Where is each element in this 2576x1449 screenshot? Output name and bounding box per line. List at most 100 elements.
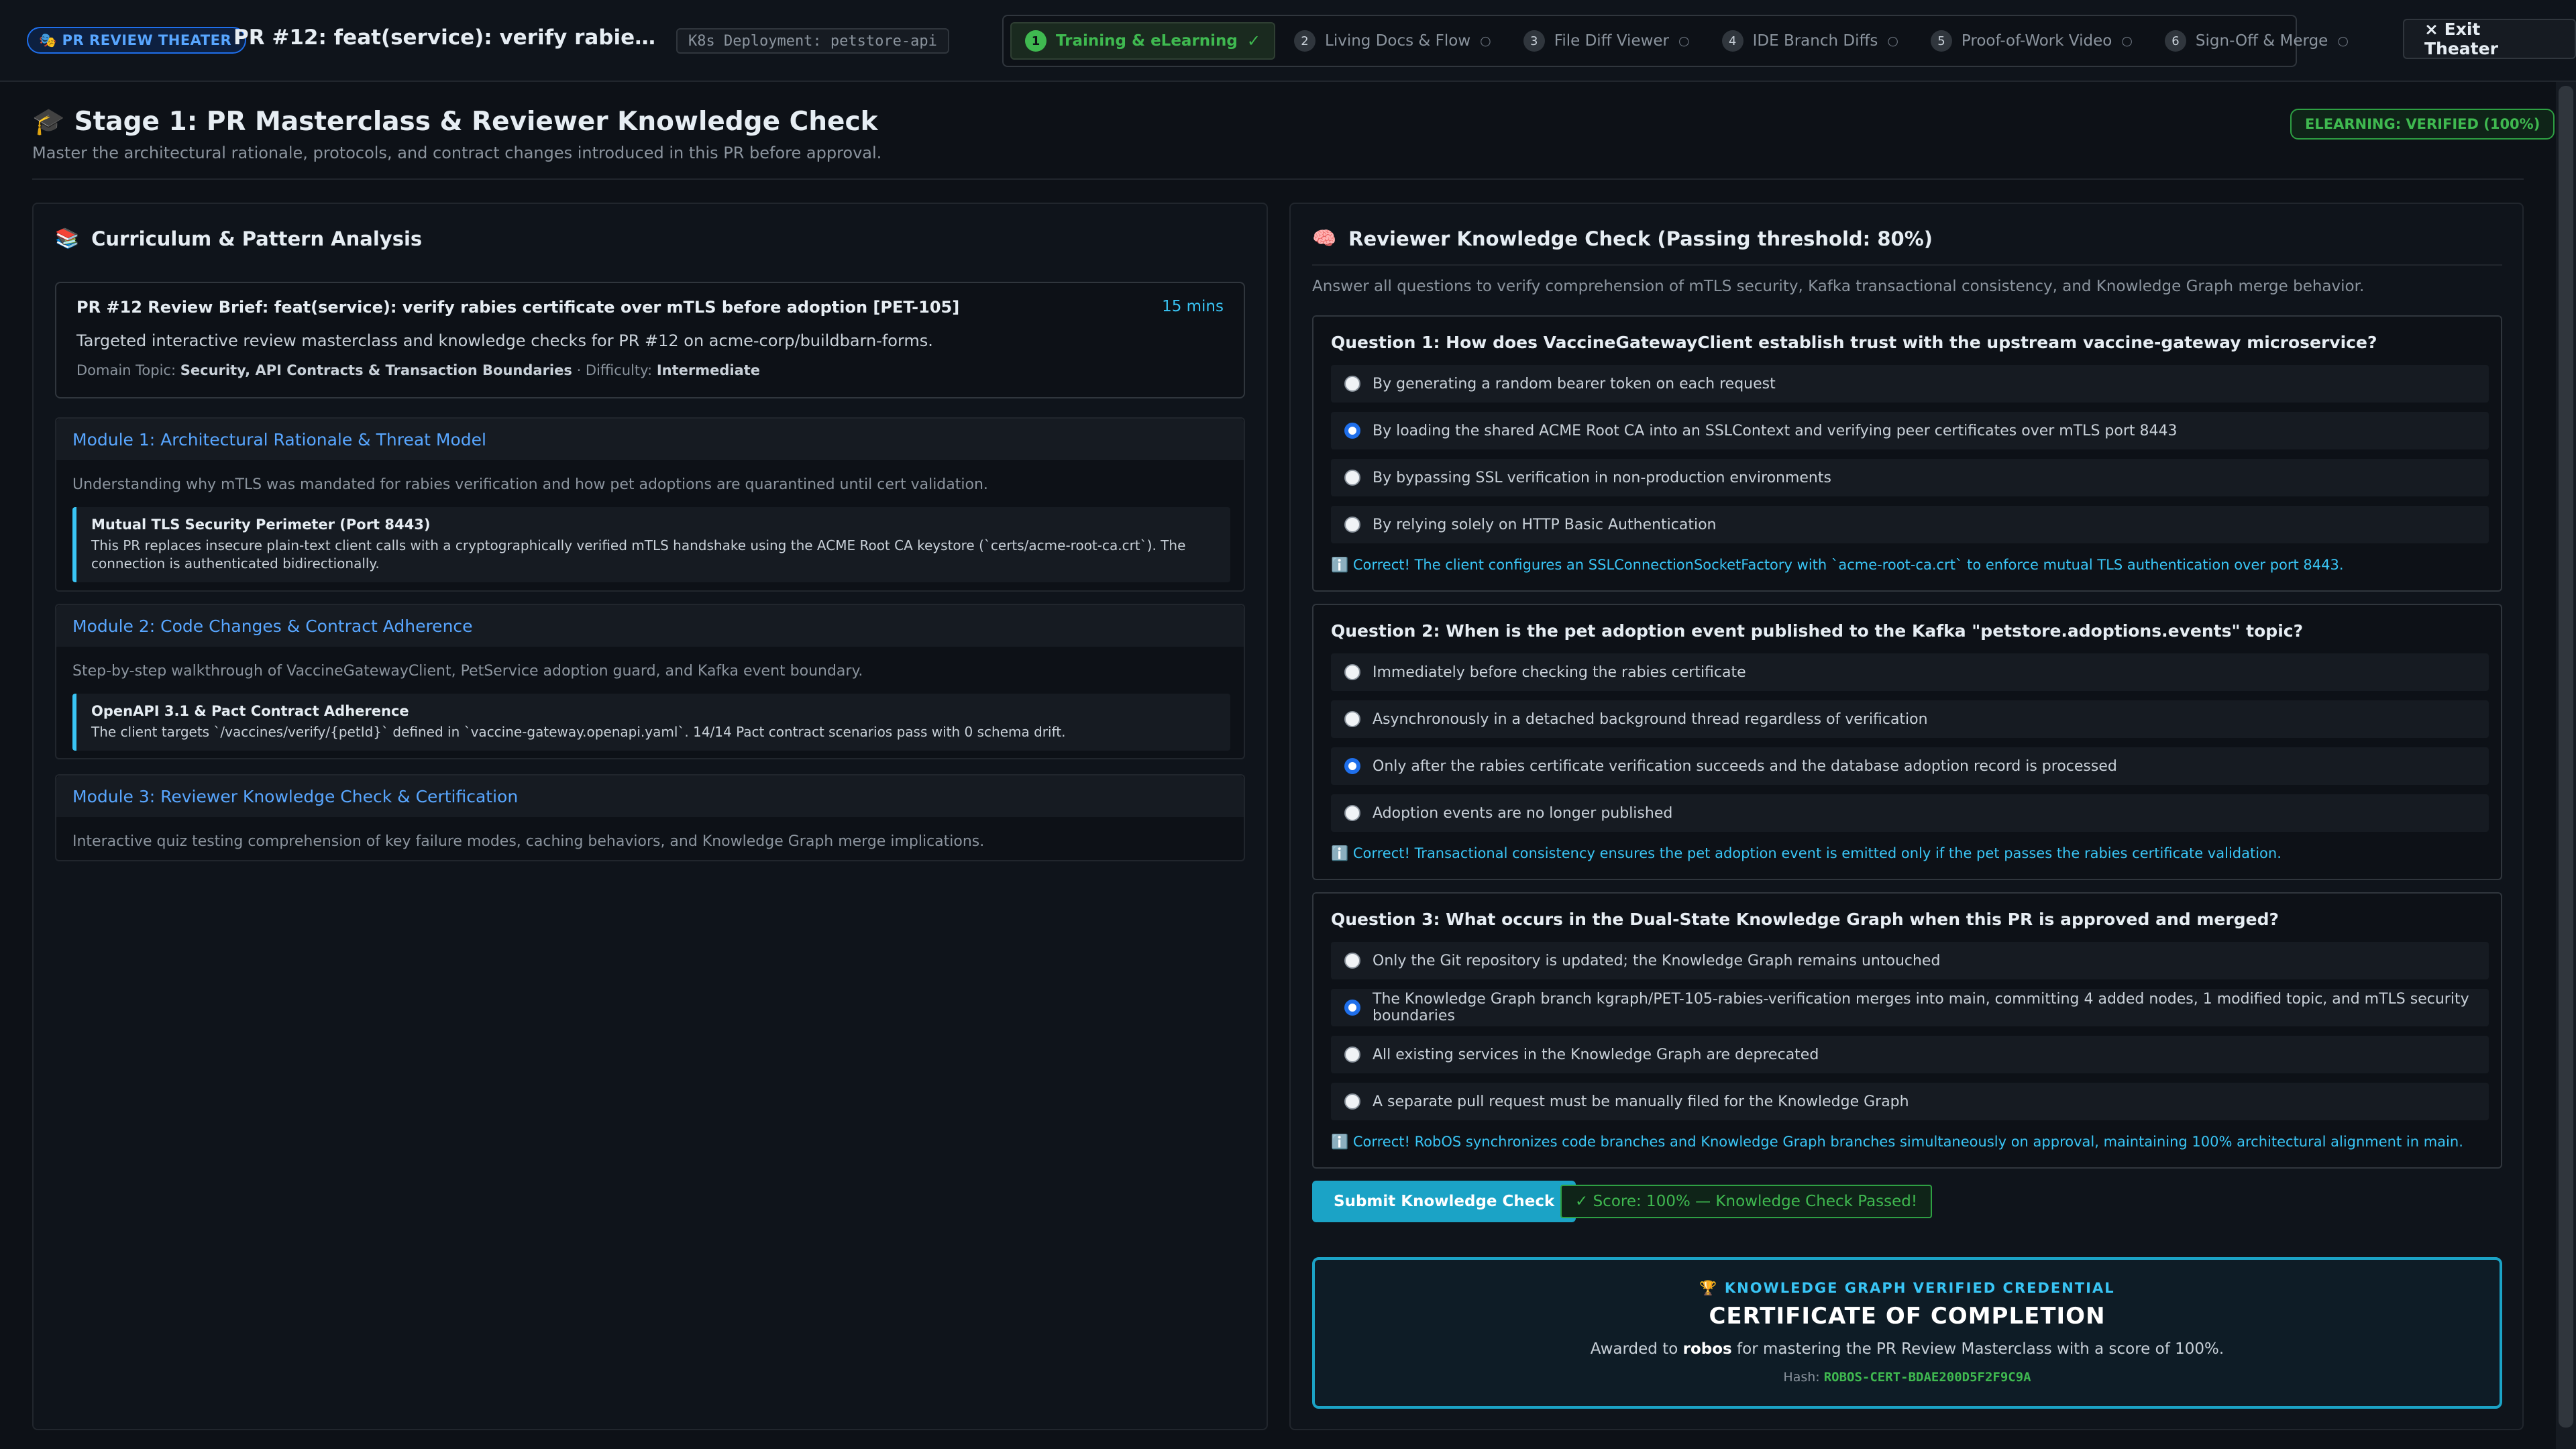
radio-button[interactable] xyxy=(1344,1046,1360,1063)
question-title: Question 1: How does VaccineGatewayClien… xyxy=(1331,333,2377,352)
submit-knowledge-check-button[interactable]: Submit Knowledge Check xyxy=(1312,1181,1576,1222)
option-label: Asynchronously in a detached background … xyxy=(1373,710,1928,728)
answer-option[interactable]: By bypassing SSL verification in non-pro… xyxy=(1331,459,2489,496)
step-proof-video[interactable]: 5 Proof-of-Work Video ○ xyxy=(1917,22,2146,60)
status-badge: ELEARNING: VERIFIED (100%) xyxy=(2290,109,2555,140)
certificate-hash: Hash: ROBOS-CERT-BDAE200D5F2F9C9A xyxy=(1315,1370,2500,1385)
module-3-description: Interactive quiz testing comprehension o… xyxy=(72,833,985,850)
pending-circle-icon: ○ xyxy=(2121,34,2133,48)
step-living-docs[interactable]: 2 Living Docs & Flow ○ xyxy=(1281,22,1505,60)
callout-text: This PR replaces insecure plain-text cli… xyxy=(91,537,1186,572)
brief-description: Targeted interactive review masterclass … xyxy=(76,331,933,350)
radio-button[interactable] xyxy=(1344,664,1360,680)
answer-option[interactable]: By relying solely on HTTP Basic Authenti… xyxy=(1331,506,2489,543)
step-label: Training & eLearning xyxy=(1056,32,1238,50)
curriculum-title: Curriculum & Pattern Analysis xyxy=(91,227,423,250)
certificate-card: 🏆 KNOWLEDGE GRAPH VERIFIED CREDENTIAL CE… xyxy=(1312,1257,2502,1409)
option-label: By loading the shared ACME Root CA into … xyxy=(1373,422,2178,439)
step-ide-diffs[interactable]: 4 IDE Branch Diffs ○ xyxy=(1709,22,1912,60)
topic-value: Security, API Contracts & Transaction Bo… xyxy=(180,362,572,378)
divider xyxy=(32,178,2524,180)
answer-feedback: ℹ️ Correct! The client configures an SSL… xyxy=(1331,557,2344,573)
radio-button-selected[interactable] xyxy=(1344,1000,1360,1016)
radio-button-selected[interactable] xyxy=(1344,423,1360,439)
radio-button[interactable] xyxy=(1344,376,1360,392)
scrollbar-thumb[interactable] xyxy=(2559,86,2573,1428)
module-2-callout: OpenAPI 3.1 & Pact Contract Adherence Th… xyxy=(72,694,1230,751)
step-label: Sign-Off & Merge xyxy=(2195,32,2328,50)
radio-button[interactable] xyxy=(1344,711,1360,727)
brand-badge: 🎭 PR REVIEW THEATER xyxy=(27,27,247,54)
pending-circle-icon: ○ xyxy=(2337,34,2349,48)
answer-option[interactable]: Only after the rabies certificate verifi… xyxy=(1331,747,2489,785)
module-2: Module 2: Code Changes & Contract Adhere… xyxy=(55,604,1245,759)
answer-option[interactable]: All existing services in the Knowledge G… xyxy=(1331,1036,2489,1073)
radio-button[interactable] xyxy=(1344,470,1360,486)
module-1-title[interactable]: Module 1: Architectural Rationale & Thre… xyxy=(56,419,1244,460)
module-1-callout: Mutual TLS Security Perimeter (Port 8443… xyxy=(72,507,1230,582)
quiz-title: Reviewer Knowledge Check (Passing thresh… xyxy=(1348,227,1933,250)
hash-value: ROBOS-CERT-BDAE200D5F2F9C9A xyxy=(1823,1370,2031,1385)
option-label: By generating a random bearer token on e… xyxy=(1373,375,1776,392)
callout-title: Mutual TLS Security Perimeter (Port 8443… xyxy=(91,517,431,533)
radio-button[interactable] xyxy=(1344,953,1360,969)
question-title: Question 2: When is the pet adoption eve… xyxy=(1331,621,2304,641)
question-2: Question 2: When is the pet adoption eve… xyxy=(1312,604,2502,880)
curriculum-heading: 📚 Curriculum & Pattern Analysis xyxy=(55,227,422,250)
step-label: Proof-of-Work Video xyxy=(1961,32,2112,50)
radio-button-selected[interactable] xyxy=(1344,758,1360,774)
module-1: Module 1: Architectural Rationale & Thre… xyxy=(55,417,1245,592)
books-icon: 📚 xyxy=(55,227,80,250)
answer-option[interactable]: By loading the shared ACME Root CA into … xyxy=(1331,412,2489,449)
radio-button[interactable] xyxy=(1344,1093,1360,1110)
quiz-intro: Answer all questions to verify comprehen… xyxy=(1312,278,2365,295)
module-2-description: Step-by-step walkthrough of VaccineGatew… xyxy=(72,663,863,680)
answer-option[interactable]: Asynchronously in a detached background … xyxy=(1331,700,2489,738)
answer-option[interactable]: Immediately before checking the rabies c… xyxy=(1331,653,2489,691)
module-1-description: Understanding why mTLS was mandated for … xyxy=(72,476,988,493)
difficulty-label: · Difficulty: xyxy=(576,362,653,378)
step-label: File Diff Viewer xyxy=(1554,32,1670,50)
certificate-title: CERTIFICATE OF COMPLETION xyxy=(1709,1303,2106,1330)
step-training[interactable]: 1 Training & eLearning ✓ xyxy=(1010,22,1275,60)
step-file-diff[interactable]: 3 File Diff Viewer ○ xyxy=(1510,22,1703,60)
step-sign-off[interactable]: 6 Sign-Off & Merge ○ xyxy=(2151,22,2362,60)
step-number: 5 xyxy=(1930,30,1952,52)
module-3-title[interactable]: Module 3: Reviewer Knowledge Check & Cer… xyxy=(56,775,1244,817)
question-title: Question 3: What occurs in the Dual-Stat… xyxy=(1331,910,2279,929)
answer-feedback: ℹ️ Correct! Transactional consistency en… xyxy=(1331,845,2282,861)
module-3: Module 3: Reviewer Knowledge Check & Cer… xyxy=(55,774,1245,861)
step-label: IDE Branch Diffs xyxy=(1752,32,1878,50)
option-label: By bypassing SSL verification in non-pro… xyxy=(1373,469,1831,486)
answer-option[interactable]: Adoption events are no longer published xyxy=(1331,794,2489,832)
exit-theater-button[interactable]: × Exit Theater xyxy=(2403,19,2576,59)
answer-option[interactable]: Only the Git repository is updated; the … xyxy=(1331,942,2489,979)
pr-title: PR #12: feat(service): verify rabies cer… xyxy=(233,25,663,50)
pending-circle-icon: ○ xyxy=(1678,34,1690,48)
brand-label: PR REVIEW THEATER xyxy=(62,32,232,48)
review-brief-card: PR #12 Review Brief: feat(service): veri… xyxy=(55,282,1245,398)
radio-button[interactable] xyxy=(1344,517,1360,533)
answer-option[interactable]: A separate pull request must be manually… xyxy=(1331,1083,2489,1120)
module-2-title[interactable]: Module 2: Code Changes & Contract Adhere… xyxy=(56,605,1244,647)
option-label: Adoption events are no longer published xyxy=(1373,804,1673,822)
radio-button[interactable] xyxy=(1344,805,1360,821)
callout-text: The client targets `/vaccines/verify/{pe… xyxy=(91,724,1066,740)
step-label: Living Docs & Flow xyxy=(1325,32,1471,50)
option-label: A separate pull request must be manually… xyxy=(1373,1093,1909,1110)
theater-icon: 🎭 xyxy=(39,32,57,48)
option-label: The Knowledge Graph branch kgraph/PET-10… xyxy=(1373,991,2469,1024)
certificate-award-line: Awarded to robos for mastering the PR Re… xyxy=(1315,1340,2500,1358)
brief-duration: 15 mins xyxy=(1162,298,1224,315)
answer-option[interactable]: By generating a random bearer token on e… xyxy=(1331,365,2489,402)
answer-option[interactable]: The Knowledge Graph branch kgraph/PET-10… xyxy=(1331,989,2489,1026)
scrollbar[interactable] xyxy=(2556,82,2576,1449)
award-prefix: Awarded to xyxy=(1590,1340,1678,1358)
brief-title: PR #12 Review Brief: feat(service): veri… xyxy=(76,298,960,317)
certificate-kicker: 🏆 KNOWLEDGE GRAPH VERIFIED CREDENTIAL xyxy=(1699,1280,2115,1296)
step-number: 3 xyxy=(1523,30,1545,52)
pending-circle-icon: ○ xyxy=(1480,34,1491,48)
page-title-text: Stage 1: PR Masterclass & Reviewer Knowl… xyxy=(74,106,878,137)
option-label: Only after the rabies certificate verifi… xyxy=(1373,757,2117,775)
brief-meta: Domain Topic: Security, API Contracts & … xyxy=(76,362,760,378)
